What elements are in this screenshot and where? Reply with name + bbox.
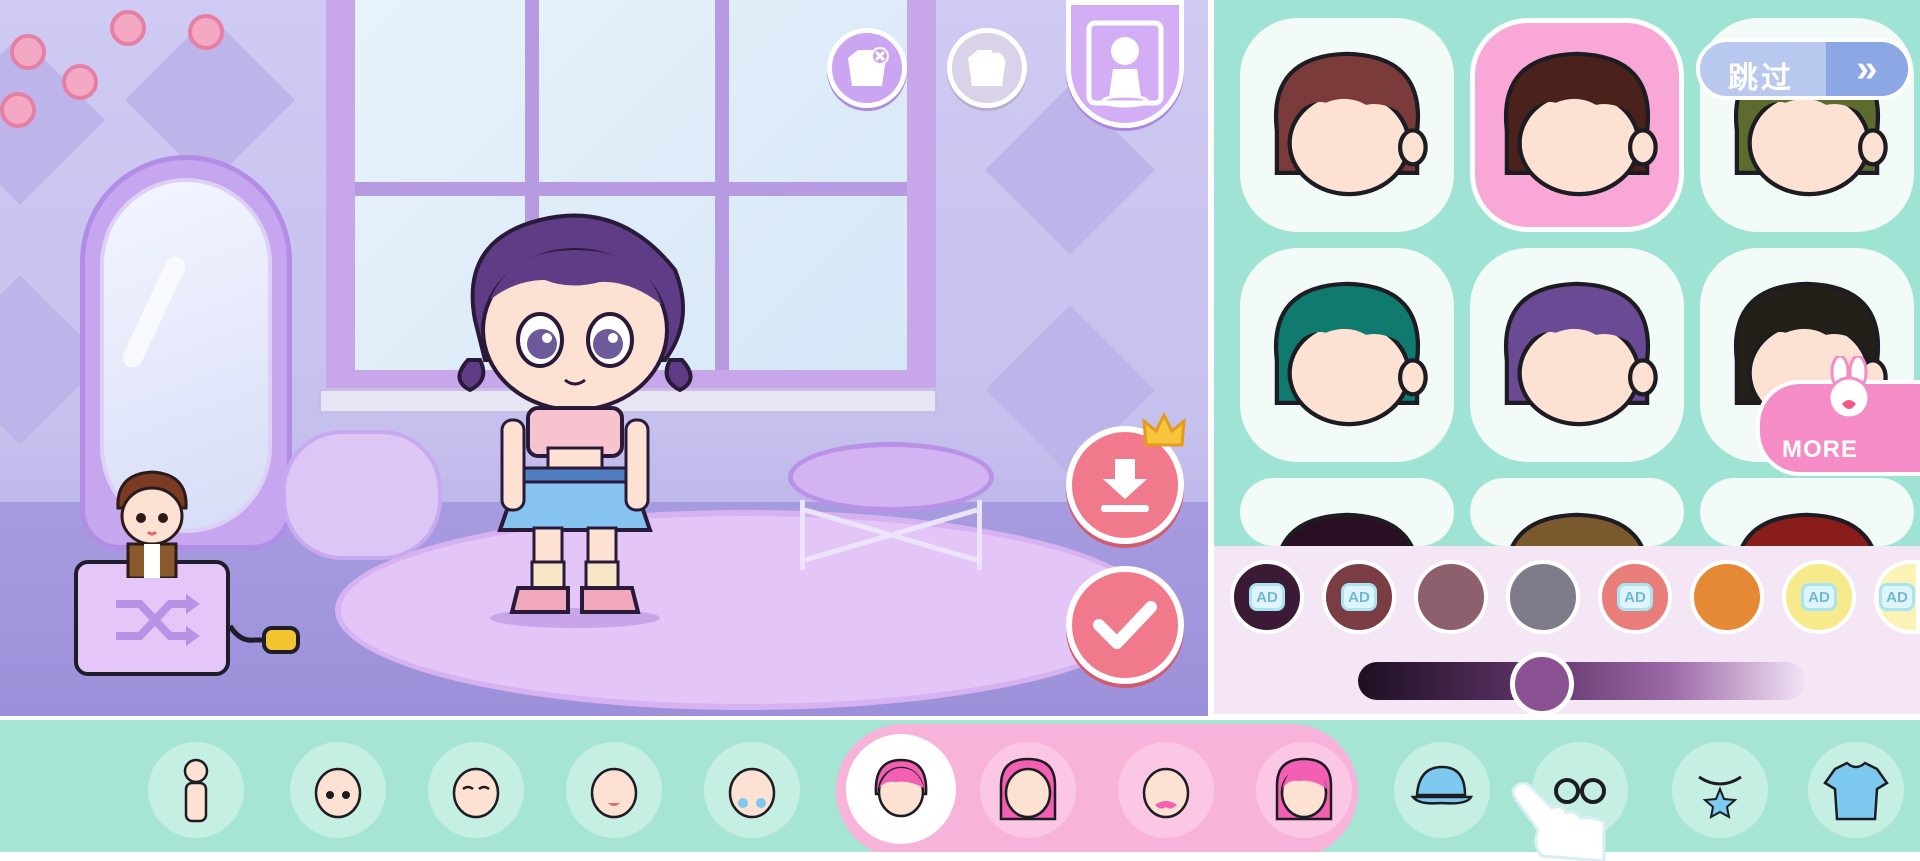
category-tab-necklace[interactable] bbox=[1672, 742, 1768, 838]
ad-badge: AD bbox=[1801, 583, 1837, 611]
hair-preview-icon bbox=[1740, 512, 1874, 546]
mini-character bbox=[116, 470, 188, 578]
crown-icon bbox=[1142, 413, 1186, 447]
hairstyle-option[interactable] bbox=[1470, 478, 1684, 546]
bottom-edge bbox=[0, 852, 1920, 861]
floor-cushion bbox=[282, 430, 442, 560]
string-light bbox=[10, 34, 46, 70]
bunny-mascot-icon bbox=[1827, 356, 1871, 420]
category-tab-hairstyle[interactable] bbox=[846, 734, 956, 844]
crank-handle bbox=[227, 624, 300, 654]
remove-outfit-button[interactable] bbox=[827, 28, 907, 108]
beard-icon bbox=[1142, 767, 1190, 819]
hair-preview-icon bbox=[1503, 51, 1658, 197]
hat-icon bbox=[1410, 765, 1474, 805]
mouth-icon bbox=[590, 767, 638, 819]
shade-slider-track[interactable] bbox=[1358, 662, 1806, 700]
color-swatch[interactable]: AD bbox=[1230, 560, 1304, 634]
category-tab-face-decor[interactable] bbox=[704, 742, 800, 838]
hairstyle-option[interactable] bbox=[1700, 478, 1914, 546]
category-tab-top[interactable] bbox=[1808, 742, 1904, 838]
shuffle-icon bbox=[116, 594, 200, 646]
checkmark-icon bbox=[1093, 601, 1157, 649]
string-light bbox=[62, 64, 98, 100]
ad-badge: AD bbox=[1617, 583, 1653, 611]
color-swatch[interactable]: AD bbox=[1322, 560, 1396, 634]
skip-label: 跳过 bbox=[1728, 62, 1794, 95]
hairstyle-option[interactable] bbox=[1470, 18, 1684, 232]
top-icon bbox=[1823, 761, 1889, 821]
undo-clothes-icon bbox=[968, 49, 1008, 86]
category-tab-eyebrows[interactable] bbox=[428, 742, 524, 838]
undo-outfit-button[interactable] bbox=[947, 28, 1027, 108]
hairstyle-option[interactable] bbox=[1240, 248, 1454, 462]
hair-preview-icon bbox=[1503, 281, 1658, 427]
hair-preview-icon bbox=[1280, 512, 1414, 546]
color-swatch[interactable]: AD bbox=[1598, 560, 1672, 634]
body-icon bbox=[183, 758, 209, 823]
character-portrait-icon bbox=[1086, 20, 1164, 108]
face-decor-icon bbox=[728, 767, 776, 819]
eyebrows-icon bbox=[452, 767, 500, 819]
category-tab-eyes[interactable] bbox=[290, 742, 386, 838]
hair-preview-icon bbox=[1273, 281, 1428, 427]
hairstyle-option[interactable] bbox=[1470, 248, 1684, 462]
hairstyle-icon bbox=[874, 758, 928, 818]
back-hair-icon bbox=[999, 757, 1057, 821]
string-light bbox=[0, 92, 36, 128]
character-portrait-button[interactable] bbox=[1066, 0, 1184, 128]
category-tab-body[interactable] bbox=[148, 742, 244, 838]
color-swatch[interactable] bbox=[1690, 560, 1764, 634]
string-light bbox=[110, 10, 146, 46]
eyes-icon bbox=[314, 767, 362, 819]
hair-preview-icon bbox=[1510, 512, 1644, 546]
color-swatch[interactable] bbox=[1414, 560, 1488, 634]
color-swatch[interactable] bbox=[1506, 560, 1580, 634]
more-button[interactable]: MORE bbox=[1756, 356, 1920, 476]
room-scene bbox=[0, 0, 1208, 716]
string-light bbox=[188, 14, 224, 50]
confirm-button[interactable] bbox=[1066, 566, 1184, 684]
tutorial-pointer-hand bbox=[1511, 782, 1606, 861]
hairstyle-option[interactable] bbox=[1240, 478, 1454, 546]
category-tab-mouth[interactable] bbox=[566, 742, 662, 838]
hair-preview-icon bbox=[1273, 51, 1428, 197]
shade-slider-thumb[interactable] bbox=[1509, 652, 1574, 716]
remove-clothes-icon bbox=[848, 47, 889, 86]
category-tab-back-hair[interactable] bbox=[980, 742, 1076, 838]
ad-badge: AD bbox=[1341, 583, 1377, 611]
download-icon bbox=[1101, 459, 1149, 512]
skip-arrow-icon: » bbox=[1826, 42, 1908, 96]
ad-badge: AD bbox=[1249, 583, 1285, 611]
doll-character[interactable] bbox=[450, 210, 700, 630]
category-tab-full-hair[interactable] bbox=[1256, 742, 1352, 838]
side-table bbox=[788, 442, 994, 512]
ad-badge: AD bbox=[1879, 583, 1915, 611]
full-hair-icon bbox=[1275, 757, 1333, 821]
hairstyle-option[interactable] bbox=[1240, 18, 1454, 232]
skip-button[interactable]: 跳过 » bbox=[1696, 38, 1912, 100]
color-swatch[interactable]: AD bbox=[1782, 560, 1856, 634]
category-tab-hat[interactable] bbox=[1394, 742, 1490, 838]
necklace-icon bbox=[1698, 775, 1742, 819]
category-tab-beard[interactable] bbox=[1118, 742, 1214, 838]
more-label: MORE bbox=[1782, 436, 1858, 463]
